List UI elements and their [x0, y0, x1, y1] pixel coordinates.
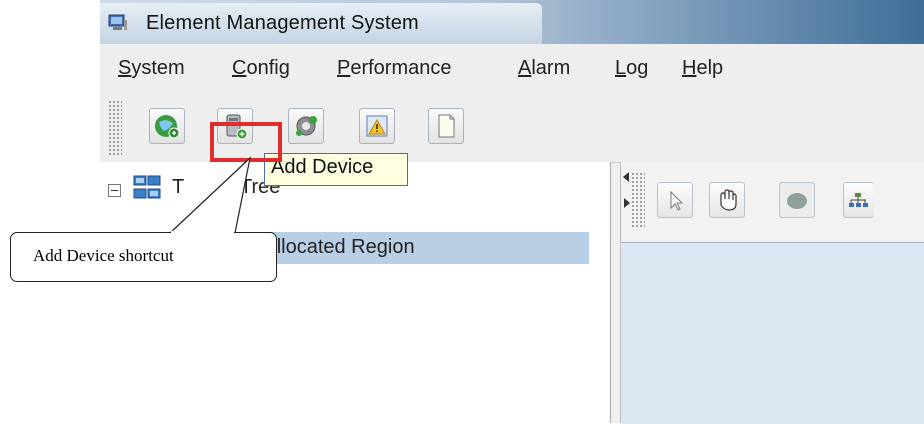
annotation-text: Add Device shortcut — [33, 246, 174, 265]
callout-pointer-mask — [171, 230, 234, 234]
